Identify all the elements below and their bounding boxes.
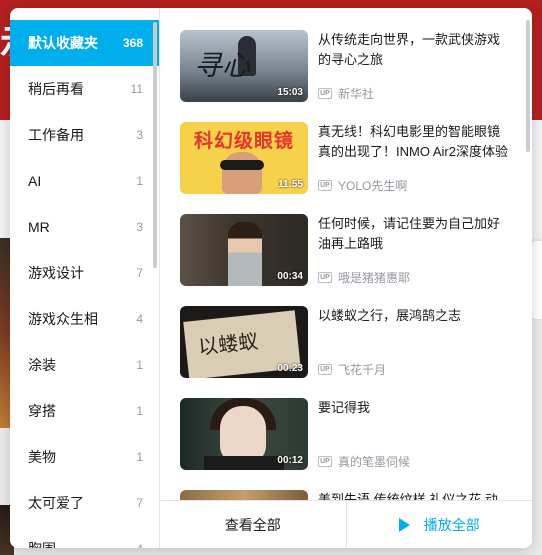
video-info: 美到失语 传统纹样 礼仪之花 动	[318, 490, 510, 500]
video-thumbnail[interactable]: 以蝼蚁 00:23	[180, 306, 308, 378]
folder-list[interactable]: 默认收藏夹 368 稍后再看 11 工作备用 3 AI 1 MR 3 游戏设计 …	[10, 8, 160, 548]
video-info: 真无线！科幻电影里的智能眼镜真的出现了！INMO Air2深度体验 UP YOL…	[318, 122, 510, 194]
play-all-label: 播放全部	[423, 516, 480, 533]
folder-count: 7	[136, 266, 143, 280]
folder-item-mr[interactable]: MR 3	[10, 204, 159, 250]
folder-name: 涂装	[28, 357, 56, 373]
video-uploader[interactable]: UP 飞花千月	[318, 361, 386, 378]
video-item[interactable]: 科幻级眼镜 11:55 真无线！科幻电影里的智能眼镜真的出现了！INMO Air…	[180, 122, 510, 194]
thumbnail-text: 科幻级眼镜	[193, 130, 294, 152]
thumbnail-dress	[204, 456, 284, 470]
view-all-label: 查看全部	[224, 516, 281, 533]
video-title[interactable]: 以蝼蚁之行，展鸿鹄之志	[318, 306, 510, 326]
folder-name: 游戏设计	[28, 265, 84, 281]
video-duration: 00:23	[277, 363, 303, 374]
folder-item-bust[interactable]: 胸围 4	[10, 526, 159, 548]
video-item[interactable]: 00:34 任何时候，请记住要为自己加好油再上路哦 UP 哦是猪猪惠耶	[180, 214, 510, 286]
folder-name: 胸围	[28, 539, 56, 548]
folder-count: 368	[122, 36, 143, 50]
folder-item-goods[interactable]: 美物 1	[10, 434, 159, 480]
video-item[interactable]: 00:12 要记得我 UP 真的笔墨伺候	[180, 398, 510, 470]
folder-item-outfit[interactable]: 穿搭 1	[10, 388, 159, 434]
folder-count: 3	[136, 220, 143, 234]
folder-name: AI	[28, 173, 42, 189]
video-list[interactable]: 寻心 15:03 从传统走向世界，一款武侠游戏的寻心之旅 UP 新华社 科幻级眼…	[160, 8, 532, 500]
video-thumbnail[interactable]: 寻心 15:03	[180, 30, 308, 102]
folder-name: MR	[28, 219, 50, 235]
video-thumbnail[interactable]: 科幻级眼镜 11:55	[180, 122, 308, 194]
up-icon: UP	[318, 364, 332, 375]
folder-list-scrollbar[interactable]	[153, 22, 157, 268]
video-title[interactable]: 真无线！科幻电影里的智能眼镜真的出现了！INMO Air2深度体验	[318, 122, 510, 162]
folder-count: 4	[136, 542, 143, 548]
folder-name: 默认收藏夹	[28, 35, 98, 51]
video-info: 以蝼蚁之行，展鸿鹄之志 UP 飞花千月	[318, 306, 510, 378]
folder-name: 穿搭	[28, 403, 56, 419]
video-info: 要记得我 UP 真的笔墨伺候	[318, 398, 510, 470]
video-uploader[interactable]: UP 新华社	[318, 85, 374, 102]
up-icon: UP	[318, 180, 332, 191]
uploader-name: 哦是猪猪惠耶	[338, 271, 411, 285]
video-list-panel: 寻心 15:03 从传统走向世界，一款武侠游戏的寻心之旅 UP 新华社 科幻级眼…	[160, 8, 532, 548]
folder-name: 游戏众生相	[28, 311, 98, 327]
uploader-name: 飞花千月	[338, 363, 387, 377]
folder-item-paint[interactable]: 涂装 1	[10, 342, 159, 388]
video-item[interactable]: 美到失语 传统纹样 礼仪之花 动	[180, 490, 510, 500]
folder-item-game-people[interactable]: 游戏众生相 4	[10, 296, 159, 342]
thumbnail-glasses	[220, 160, 264, 170]
folder-item-cute[interactable]: 太可爱了 7	[10, 480, 159, 526]
uploader-name: YOLO先生啊	[338, 179, 408, 193]
video-title[interactable]: 任何时候，请记住要为自己加好油再上路哦	[318, 214, 510, 254]
up-icon: UP	[318, 456, 332, 467]
folder-name: 美物	[28, 449, 56, 465]
thumbnail-person	[228, 222, 262, 286]
folder-count: 1	[136, 174, 143, 188]
folder-item-work[interactable]: 工作备用 3	[10, 112, 159, 158]
view-all-button[interactable]: 查看全部	[160, 501, 346, 548]
video-duration: 00:34	[277, 271, 303, 282]
video-uploader[interactable]: UP 真的笔墨伺候	[318, 453, 410, 470]
folder-item-default[interactable]: 默认收藏夹 368	[10, 20, 159, 66]
uploader-name: 真的笔墨伺候	[338, 455, 411, 469]
video-duration: 15:03	[277, 87, 303, 98]
video-title[interactable]: 要记得我	[318, 398, 510, 418]
favorites-popup: 默认收藏夹 368 稍后再看 11 工作备用 3 AI 1 MR 3 游戏设计 …	[10, 8, 532, 548]
thumbnail-text: 寻心	[194, 49, 251, 82]
folder-item-game-design[interactable]: 游戏设计 7	[10, 250, 159, 296]
folder-count: 3	[136, 128, 143, 142]
folder-item-ai[interactable]: AI 1	[10, 158, 159, 204]
play-icon	[398, 517, 410, 532]
folder-name: 稍后再看	[28, 81, 84, 97]
video-thumbnail[interactable]: 00:34	[180, 214, 308, 286]
up-icon: UP	[318, 88, 332, 99]
folder-count: 1	[136, 450, 143, 464]
play-all-button[interactable]: 播放全部	[345, 501, 533, 548]
folder-name: 工作备用	[28, 127, 84, 143]
video-item[interactable]: 以蝼蚁 00:23 以蝼蚁之行，展鸿鹄之志 UP 飞花千月	[180, 306, 510, 378]
folder-count: 4	[136, 312, 143, 326]
folder-count: 1	[136, 404, 143, 418]
video-thumbnail[interactable]	[180, 490, 308, 500]
popup-footer: 查看全部 播放全部	[160, 500, 532, 548]
up-icon: UP	[318, 272, 332, 283]
video-list-scrollbar[interactable]	[526, 20, 530, 152]
folder-count: 11	[130, 82, 143, 96]
video-uploader[interactable]: UP YOLO先生啊	[318, 177, 407, 194]
video-title[interactable]: 从传统走向世界，一款武侠游戏的寻心之旅	[318, 30, 510, 70]
video-duration: 11:55	[277, 179, 303, 190]
thumbnail-face	[222, 152, 262, 194]
video-info: 任何时候，请记住要为自己加好油再上路哦 UP 哦是猪猪惠耶	[318, 214, 510, 286]
video-duration: 00:12	[277, 455, 303, 466]
folder-name: 太可爱了	[28, 495, 84, 511]
video-thumbnail[interactable]: 00:12	[180, 398, 308, 470]
video-uploader[interactable]: UP 哦是猪猪惠耶	[318, 269, 410, 286]
video-item[interactable]: 寻心 15:03 从传统走向世界，一款武侠游戏的寻心之旅 UP 新华社	[180, 30, 510, 102]
video-info: 从传统走向世界，一款武侠游戏的寻心之旅 UP 新华社	[318, 30, 510, 102]
uploader-name: 新华社	[338, 87, 375, 101]
video-title[interactable]: 美到失语 传统纹样 礼仪之花 动	[318, 490, 510, 500]
folder-count: 7	[136, 496, 143, 510]
folder-item-watch-later[interactable]: 稍后再看 11	[10, 66, 159, 112]
folder-count: 1	[136, 358, 143, 372]
